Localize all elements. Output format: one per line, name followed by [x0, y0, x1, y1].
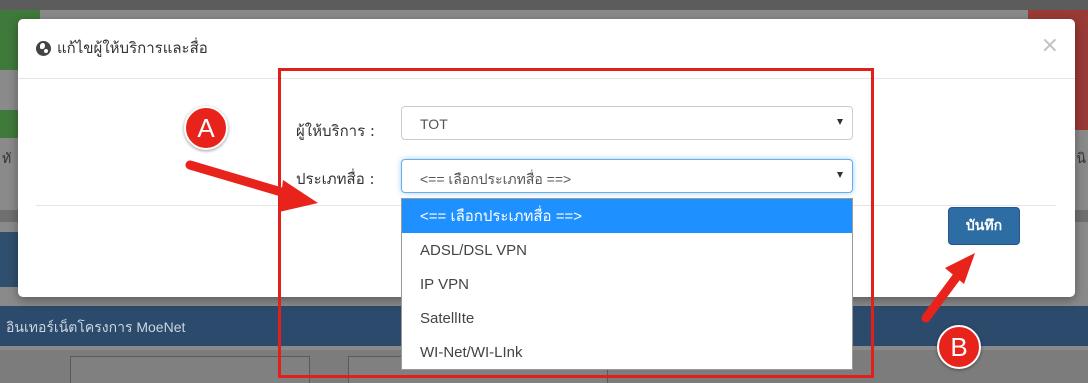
background-topbar: [0, 0, 1088, 10]
media-label: ประเภทสื่อ :: [296, 170, 375, 188]
media-type-dropdown: <== เลือกประเภทสื่อ ==> ADSL/DSL VPN IP …: [401, 198, 853, 370]
annotation-marker-b: B: [937, 325, 981, 369]
annotation-marker-a: A: [184, 106, 228, 150]
dropdown-option[interactable]: IP VPN: [402, 267, 852, 301]
provider-label: ผู้ให้บริการ :: [296, 122, 375, 140]
modal-title: แก้ไขผู้ให้บริการและสื่อ: [57, 39, 208, 57]
background-box: [70, 356, 310, 383]
dropdown-option[interactable]: WI-Net/WI-LInk: [402, 335, 852, 369]
save-button[interactable]: บันทึก: [948, 207, 1020, 245]
modal-title-group: แก้ไขผู้ให้บริการและสื่อ: [36, 36, 208, 60]
dropdown-option[interactable]: SatellIte: [402, 301, 852, 335]
caret-down-icon: [837, 172, 843, 178]
background-edge-text-left: ทั: [2, 151, 12, 167]
background-edge-text-right: นิ: [1076, 151, 1086, 167]
media-type-select[interactable]: <== เลือกประเภทสื่อ ==>: [401, 159, 853, 193]
modal-header: แก้ไขผู้ให้บริการและสื่อ ×: [18, 19, 1075, 79]
provider-select[interactable]: TOT: [401, 106, 853, 140]
globe-icon: [36, 40, 51, 56]
caret-down-icon: [837, 119, 843, 125]
close-icon[interactable]: ×: [1041, 33, 1059, 58]
media-select-value: <== เลือกประเภทสื่อ ==>: [420, 171, 572, 187]
dropdown-option[interactable]: <== เลือกประเภทสื่อ ==>: [402, 199, 852, 233]
background-section-title: อินเทอร์เน็ตโครงการ MoeNet: [6, 319, 186, 335]
dropdown-option[interactable]: ADSL/DSL VPN: [402, 233, 852, 267]
provider-select-value: TOT: [420, 116, 448, 132]
